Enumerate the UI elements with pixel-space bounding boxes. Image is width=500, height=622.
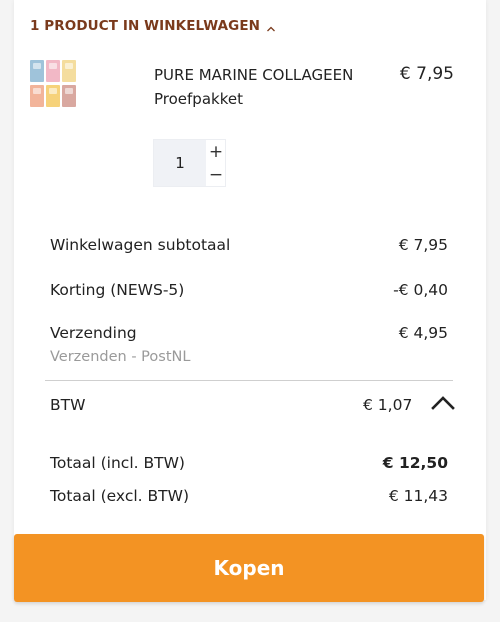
thumbnail-pack <box>46 60 60 82</box>
thumbnail-pack <box>62 85 76 107</box>
discount-value: -€ 0,40 <box>393 281 448 299</box>
cart-header-toggle[interactable]: 1 PRODUCT IN WINKELWAGEN <box>30 18 276 34</box>
subtotal-value: € 7,95 <box>398 236 448 254</box>
quantity-input[interactable]: 1 <box>154 140 206 186</box>
thumbnail-pack <box>62 60 76 82</box>
btw-value: € 1,07 <box>363 396 413 414</box>
btw-label: BTW <box>50 396 86 414</box>
shipping-row: Verzending € 4,95 <box>50 324 448 342</box>
total-incl-value: € 12,50 <box>382 454 448 472</box>
chevron-up-icon <box>266 22 276 32</box>
chevron-up-icon <box>431 396 455 410</box>
shipping-label: Verzending <box>50 324 137 342</box>
thumbnail-pack <box>30 60 44 82</box>
cart-header-label: 1 PRODUCT IN WINKELWAGEN <box>30 18 261 34</box>
cart-product-item: PURE MARINE COLLAGEEN Proefpakket € 7,95 <box>30 60 454 120</box>
product-variant: Proefpakket <box>154 90 243 108</box>
discount-label: Korting (NEWS-5) <box>50 281 185 299</box>
shipping-value: € 4,95 <box>398 324 448 342</box>
total-excl-label: Totaal (excl. BTW) <box>50 487 189 505</box>
buy-button[interactable]: Kopen <box>14 534 484 602</box>
subtotal-label: Winkelwagen subtotaal <box>50 236 231 254</box>
product-name[interactable]: PURE MARINE COLLAGEEN <box>154 66 353 84</box>
thumbnail-pack <box>46 85 60 107</box>
total-incl-row: Totaal (incl. BTW) € 12,50 <box>50 454 448 472</box>
shipping-method: Verzenden - PostNL <box>50 349 191 365</box>
thumbnail-pack <box>30 85 44 107</box>
discount-row: Korting (NEWS-5) -€ 0,40 <box>50 281 448 299</box>
quantity-stepper: 1 + − <box>153 139 226 187</box>
total-excl-row: Totaal (excl. BTW) € 11,43 <box>50 487 448 505</box>
product-thumbnail[interactable] <box>30 60 80 112</box>
subtotal-row: Winkelwagen subtotaal € 7,95 <box>50 236 448 254</box>
summary-divider <box>45 380 453 381</box>
btw-toggle-button[interactable] <box>430 393 456 413</box>
total-incl-label: Totaal (incl. BTW) <box>50 454 185 472</box>
total-excl-value: € 11,43 <box>388 487 448 505</box>
btw-row: BTW <box>50 396 170 414</box>
quantity-increase-button[interactable]: + <box>206 140 226 163</box>
quantity-decrease-button[interactable]: − <box>206 163 226 186</box>
product-price: € 7,95 <box>399 64 454 84</box>
